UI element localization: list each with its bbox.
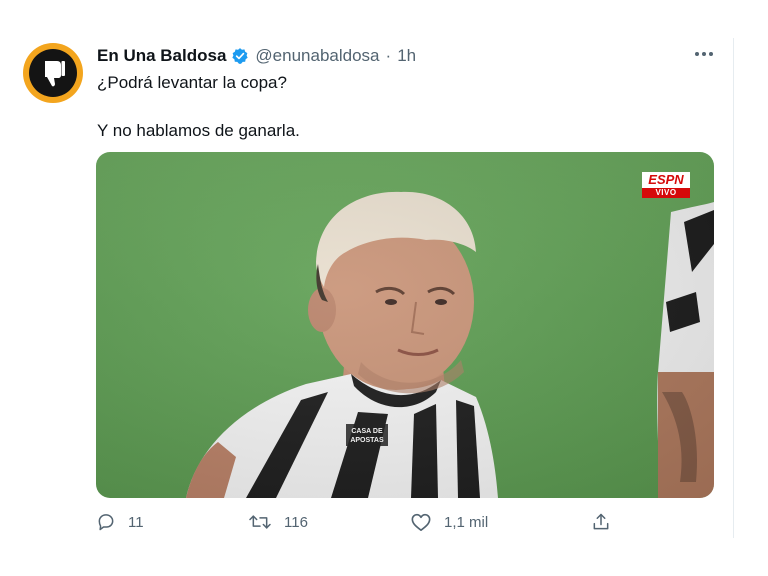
like-count: 1,1 mil (444, 513, 489, 531)
timeline-border (733, 38, 734, 538)
handle[interactable]: @enunabaldosa (255, 46, 379, 66)
live-badge: VIVO (642, 188, 690, 198)
avatar[interactable] (23, 43, 83, 103)
separator-dot: · (385, 46, 392, 65)
espn-logo: ESPN (642, 172, 690, 188)
more-icon (695, 52, 713, 56)
display-name[interactable]: En Una Baldosa (97, 46, 226, 66)
reply-button[interactable]: 11 (96, 512, 144, 532)
share-button[interactable] (591, 512, 611, 532)
retweet-icon (249, 515, 271, 529)
retweet-button[interactable]: 116 (248, 512, 308, 532)
thumbs-down-icon (45, 61, 65, 87)
media-shade (96, 152, 714, 498)
more-button[interactable] (692, 44, 716, 64)
tweet[interactable]: En Una Baldosa @enunabaldosa · 1h ¿Podrá… (0, 0, 768, 576)
verified-badge-icon (232, 48, 249, 64)
timestamp[interactable]: 1h (397, 46, 416, 66)
like-button[interactable]: 1,1 mil (410, 512, 488, 532)
tweet-text-line-1: ¿Podrá levantar la copa? (97, 73, 287, 92)
tweet-header: En Una Baldosa @enunabaldosa · 1h (97, 45, 416, 67)
retweet-count: 116 (284, 513, 308, 531)
tweet-media-image[interactable]: CASA DE APOSTAS ESPN VIVO (96, 152, 714, 498)
tweet-actions: 11 116 1,1 mil (0, 512, 768, 536)
heart-icon (411, 513, 431, 531)
share-icon (593, 513, 609, 530)
reply-count: 11 (128, 513, 144, 531)
reply-icon (98, 514, 114, 531)
broadcaster-logo: ESPN VIVO (642, 172, 690, 198)
tweet-text-line-2: Y no hablamos de ganarla. (97, 121, 300, 140)
avatar-inner (29, 49, 77, 97)
